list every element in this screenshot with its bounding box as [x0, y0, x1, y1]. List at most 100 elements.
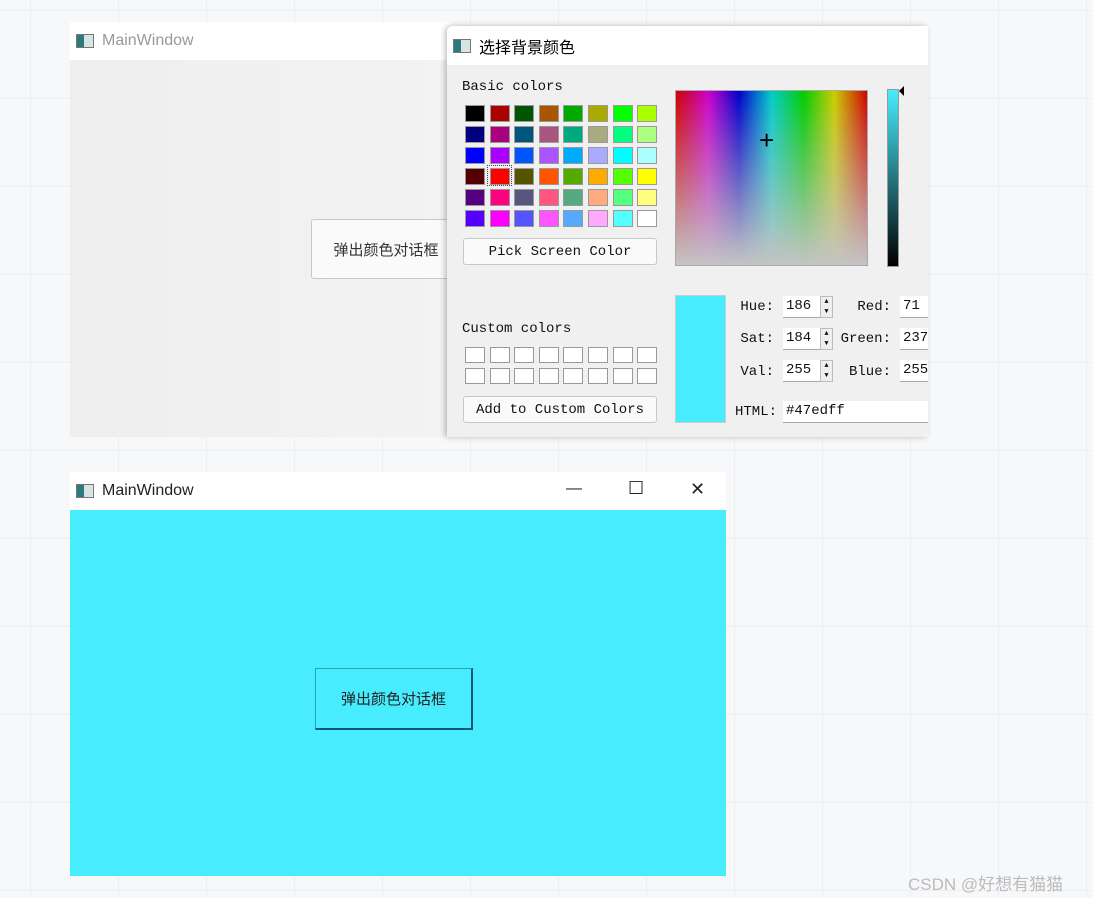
open-color-dialog-button[interactable]: 弹出颜色对话框: [315, 668, 473, 730]
basic-color-swatch[interactable]: [612, 210, 633, 227]
custom-color-swatch[interactable]: [489, 347, 510, 363]
window-title: MainWindow: [102, 32, 194, 49]
basic-color-swatch[interactable]: [612, 189, 633, 206]
basic-color-swatch[interactable]: [514, 189, 535, 206]
custom-color-swatch[interactable]: [514, 368, 535, 384]
basic-color-swatch[interactable]: [563, 147, 584, 164]
basic-color-swatch[interactable]: [637, 189, 658, 206]
basic-color-swatch[interactable]: [514, 168, 535, 185]
basic-color-swatch[interactable]: [588, 105, 608, 122]
basic-color-swatch[interactable]: [612, 147, 633, 164]
custom-color-swatch[interactable]: [637, 347, 658, 363]
blue-input[interactable]: 255: [900, 360, 928, 382]
basic-color-swatch[interactable]: [465, 105, 485, 122]
basic-color-swatch[interactable]: [514, 147, 535, 164]
watermark: CSDN @好想有猫猫: [908, 875, 1064, 894]
green-input[interactable]: 237: [900, 328, 928, 350]
pick-screen-color-button[interactable]: Pick Screen Color: [463, 238, 657, 265]
basic-color-swatch[interactable]: [588, 210, 608, 227]
custom-color-swatch[interactable]: [489, 368, 510, 384]
custom-color-swatch[interactable]: [563, 368, 584, 384]
custom-color-swatch[interactable]: [465, 368, 485, 384]
basic-color-swatch[interactable]: [514, 126, 535, 143]
custom-color-swatch[interactable]: [465, 347, 485, 363]
basic-color-swatch[interactable]: [489, 210, 510, 227]
basic-color-swatch[interactable]: [489, 105, 510, 122]
hue-label: Hue:: [740, 299, 774, 315]
basic-color-swatch[interactable]: [465, 147, 485, 164]
custom-color-swatch[interactable]: [563, 347, 584, 363]
title-bar: MainWindow: [70, 22, 450, 60]
basic-color-swatch[interactable]: [465, 126, 485, 143]
basic-color-swatch[interactable]: [588, 189, 608, 206]
html-input[interactable]: #47edff: [783, 401, 928, 423]
sat-input[interactable]: 184: [783, 328, 821, 350]
app-icon: [76, 484, 94, 498]
html-label: HTML:: [735, 404, 778, 420]
basic-color-swatch[interactable]: [538, 147, 559, 164]
value-slider-handle[interactable]: [899, 86, 904, 96]
custom-color-swatch[interactable]: [612, 347, 633, 363]
basic-color-swatch[interactable]: [465, 189, 485, 206]
basic-color-swatch[interactable]: [489, 147, 510, 164]
button-label: 弹出颜色对话框: [333, 241, 439, 259]
maximize-icon[interactable]: ☐: [628, 478, 644, 499]
color-dialog: 选择背景颜色 Basic colors Pick Screen Color + …: [447, 26, 928, 437]
basic-color-swatch[interactable]: [514, 105, 535, 122]
basic-color-swatch[interactable]: [588, 126, 608, 143]
val-label: Val:: [740, 364, 774, 380]
color-spectrum[interactable]: [675, 90, 868, 266]
basic-color-swatch[interactable]: [538, 105, 559, 122]
dialog-title-bar: 选择背景颜色: [447, 26, 928, 65]
custom-color-swatch[interactable]: [538, 347, 559, 363]
basic-color-swatch[interactable]: [538, 126, 559, 143]
basic-color-swatch[interactable]: [514, 210, 535, 227]
basic-color-swatch[interactable]: [563, 168, 584, 185]
add-to-custom-colors-button[interactable]: Add to Custom Colors: [463, 396, 657, 423]
basic-color-swatch[interactable]: [637, 105, 658, 122]
top-main-window: MainWindow 弹出颜色对话框: [70, 22, 461, 437]
red-label: Red:: [857, 299, 891, 315]
basic-color-swatch[interactable]: [588, 147, 608, 164]
red-input[interactable]: 71: [900, 296, 928, 318]
basic-color-swatch[interactable]: [612, 168, 633, 185]
basic-color-swatch[interactable]: [637, 147, 658, 164]
button-label: 弹出颜色对话框: [340, 691, 446, 708]
basic-color-swatch[interactable]: [588, 168, 608, 185]
title-bar: MainWindow — ☐ ✕: [70, 472, 726, 510]
hue-input[interactable]: 186: [783, 296, 821, 318]
basic-color-swatch[interactable]: [489, 189, 510, 206]
window-title: MainWindow: [102, 482, 194, 499]
basic-color-swatch[interactable]: [489, 126, 510, 143]
close-icon[interactable]: ✕: [690, 479, 705, 500]
basic-color-swatch[interactable]: [612, 105, 633, 122]
custom-color-swatch[interactable]: [588, 347, 608, 363]
custom-color-swatch[interactable]: [637, 368, 658, 384]
basic-color-swatch[interactable]: [563, 105, 584, 122]
basic-color-swatch[interactable]: [612, 126, 633, 143]
open-color-dialog-button[interactable]: 弹出颜色对话框: [311, 219, 461, 279]
basic-color-swatch[interactable]: [538, 168, 559, 185]
basic-colors-label: Basic colors: [462, 79, 563, 95]
basic-color-swatch[interactable]: [489, 168, 510, 185]
button-label: Pick Screen Color: [488, 243, 632, 260]
basic-color-swatch[interactable]: [637, 126, 658, 143]
basic-color-swatch[interactable]: [563, 189, 584, 206]
custom-color-swatch[interactable]: [514, 347, 535, 363]
basic-color-swatch[interactable]: [563, 126, 584, 143]
blue-label: Blue:: [848, 364, 891, 380]
minimize-icon[interactable]: —: [566, 480, 582, 498]
basic-color-swatch[interactable]: [465, 210, 485, 227]
custom-color-swatch[interactable]: [612, 368, 633, 384]
val-input[interactable]: 255: [783, 360, 821, 382]
basic-color-swatch[interactable]: [465, 168, 485, 185]
basic-color-swatch[interactable]: [637, 168, 658, 185]
basic-color-swatch[interactable]: [538, 189, 559, 206]
basic-color-swatch[interactable]: [538, 210, 559, 227]
custom-color-swatch[interactable]: [588, 368, 608, 384]
basic-color-swatch[interactable]: [563, 210, 584, 227]
custom-color-swatch[interactable]: [538, 368, 559, 384]
basic-color-swatch[interactable]: [637, 210, 658, 227]
button-label: Add to Custom Colors: [475, 401, 645, 418]
value-slider[interactable]: [887, 89, 899, 267]
